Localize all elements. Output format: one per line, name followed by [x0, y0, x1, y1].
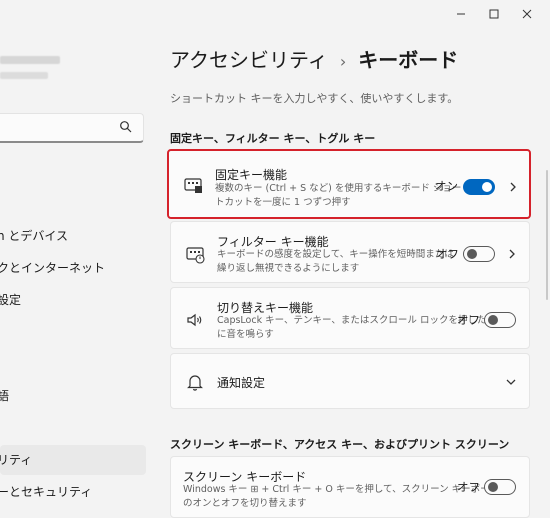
- on-screen-keyboard-state: オフ: [457, 480, 480, 494]
- close-icon: [522, 9, 532, 19]
- user-name-blurred: [0, 56, 60, 64]
- sidebar: h とデバイス クとインターネット 設定 語 リティ ーとセキュリティ: [0, 0, 150, 507]
- sticky-keys-title: 固定キー機能: [215, 168, 288, 182]
- minimize-icon: [457, 13, 465, 15]
- sticky-keys-toggle[interactable]: [463, 179, 495, 195]
- notification-settings-card[interactable]: 通知設定: [170, 353, 530, 409]
- close-button[interactable]: [514, 4, 540, 24]
- page-description: ショートカット キーを入力しやすく、使いやすくします。: [170, 92, 459, 105]
- sidebar-item-label: 語: [0, 389, 10, 403]
- on-screen-keyboard-toggle[interactable]: [484, 479, 516, 495]
- speaker-icon: [187, 313, 202, 327]
- search-icon: [120, 121, 132, 133]
- sticky-keys-card[interactable]: 固定キー機能 複数のキー (Ctrl + S など) を使用するキーボード ショ…: [167, 149, 531, 219]
- sidebar-item-label: h とデバイス: [0, 229, 69, 243]
- filter-keys-card[interactable]: フィルター キー機能 キーボードの感度を設定して、キー操作を短時間または 繰り返…: [170, 221, 530, 283]
- maximize-button[interactable]: [481, 4, 507, 24]
- on-screen-keyboard-desc-1: Windows キー ⊞ + Ctrl キー + O キーを押して、スクリーン …: [183, 484, 500, 495]
- toggle-keys-state: オフ: [457, 313, 480, 327]
- sticky-keys-desc-2: トカットを一度に 1 つずつ押す: [215, 197, 351, 208]
- page-title: キーボード: [358, 48, 459, 72]
- bell-icon: [187, 375, 203, 391]
- filter-keys-state: オフ: [436, 247, 459, 261]
- sidebar-item-personalization[interactable]: 設定: [0, 285, 146, 315]
- breadcrumb-separator: ›: [339, 52, 347, 71]
- sticky-keys-desc-1: 複数のキー (Ctrl + S など) を使用するキーボード ショー: [215, 183, 462, 194]
- filter-keys-desc-2: 繰り返し無視できるようにします: [217, 263, 360, 274]
- section-title-keys: 固定キー、フィルター キー、トグル キー: [170, 132, 376, 145]
- toggle-keys-card[interactable]: 切り替えキー機能 CapsLock キー、テンキー、またはスクロール ロックを押…: [170, 287, 530, 349]
- chevron-right-icon[interactable]: [507, 181, 519, 193]
- scrollbar[interactable]: [546, 170, 548, 300]
- sidebar-item-label: クとインターネット: [0, 261, 106, 275]
- sidebar-item-label: ーとセキュリティ: [0, 485, 93, 499]
- user-email-blurred: [0, 72, 48, 79]
- sidebar-item-privacy-security[interactable]: ーとセキュリティ: [0, 477, 146, 507]
- sidebar-item-network[interactable]: クとインターネット: [0, 253, 146, 283]
- sidebar-item-language[interactable]: 語: [0, 381, 146, 411]
- sidebar-item-accessibility[interactable]: リティ: [0, 445, 146, 475]
- filter-keys-desc-1: キーボードの感度を設定して、キー操作を短時間または: [217, 249, 454, 260]
- notification-settings-title: 通知設定: [217, 376, 266, 390]
- settings-search-input[interactable]: [0, 113, 144, 143]
- sidebar-item-label: リティ: [0, 453, 33, 467]
- sidebar-item-devices[interactable]: h とデバイス: [0, 221, 146, 251]
- sidebar-item-label: 設定: [0, 293, 22, 307]
- on-screen-keyboard-desc-2: のオンとオフを切り替えます: [183, 498, 307, 509]
- on-screen-keyboard-card[interactable]: スクリーン キーボード Windows キー ⊞ + Ctrl キー + O キ…: [170, 456, 530, 518]
- sticky-keys-state: オン: [435, 179, 458, 193]
- chevron-down-icon[interactable]: [505, 376, 517, 388]
- filter-keys-icon: [186, 247, 205, 264]
- filter-keys-toggle[interactable]: [463, 246, 495, 262]
- maximize-icon: [489, 9, 499, 19]
- breadcrumb-parent[interactable]: アクセシビリティ: [170, 48, 328, 72]
- chevron-right-icon[interactable]: [506, 248, 518, 260]
- section-title-screen-keyboard: スクリーン キーボード、アクセス キー、およびプリント スクリーン: [170, 438, 510, 451]
- toggle-keys-toggle[interactable]: [484, 312, 516, 328]
- breadcrumb: アクセシビリティ › キーボード: [170, 44, 458, 73]
- toggle-keys-desc-2: に音を鳴らす: [217, 329, 274, 340]
- minimize-button[interactable]: [448, 4, 474, 24]
- sticky-keys-icon: [184, 178, 202, 193]
